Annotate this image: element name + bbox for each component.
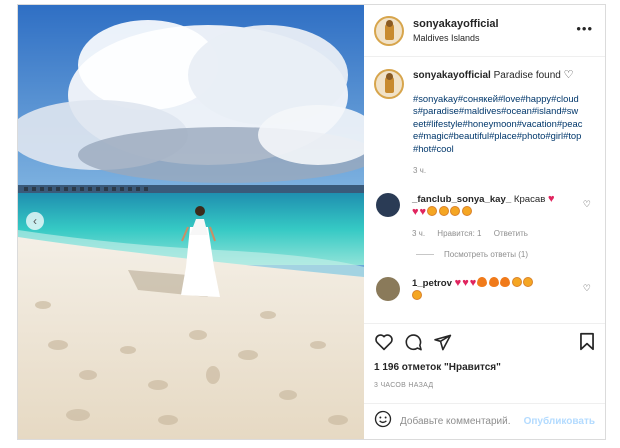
heart-emoji-icon: ♥ bbox=[454, 277, 462, 290]
heart-emoji-icon: ♥ bbox=[548, 193, 555, 206]
smiley-emoji-icon bbox=[427, 206, 438, 217]
view-replies-button[interactable]: Посмотреть ответы (1) bbox=[416, 250, 591, 259]
heart-emoji-icon: ♥ bbox=[469, 277, 477, 290]
share-icon[interactable] bbox=[433, 333, 452, 352]
fire-emoji-icon bbox=[500, 277, 511, 288]
comment-text-line: _fanclub_sonya_kay_ Красав ♥ ♥♥ bbox=[412, 193, 562, 219]
comment-username[interactable]: _fanclub_sonya_kay_ bbox=[412, 194, 511, 205]
fire-emoji-icon bbox=[477, 277, 488, 288]
avatar[interactable] bbox=[376, 193, 400, 218]
caption-body: sonyakayofficial Paradise found ♡ #sonya… bbox=[413, 69, 583, 175]
caption: sonyakayofficial Paradise found ♡ #sonya… bbox=[374, 69, 591, 175]
post-location[interactable]: Maldives Islands bbox=[413, 33, 499, 43]
comment-text: Красав bbox=[513, 194, 546, 206]
avatar[interactable] bbox=[374, 15, 404, 46]
post-header: sonyakayofficial Maldives Islands ••• bbox=[364, 5, 605, 57]
post-photo[interactable]: ‹ bbox=[18, 5, 364, 439]
heart-emoji-icon: ♥ bbox=[462, 277, 469, 290]
caption-username[interactable]: sonyakayofficial bbox=[413, 70, 491, 81]
smiley-emoji-icon bbox=[461, 206, 472, 217]
heart-icon: ♡ bbox=[563, 69, 574, 81]
post-actions: 1 196 отметок "Нравится" 3 ЧАСОВ НАЗАД bbox=[364, 323, 605, 403]
caption-text: Paradise found bbox=[493, 70, 561, 81]
avatar[interactable] bbox=[374, 69, 404, 99]
avatar[interactable] bbox=[376, 277, 400, 302]
comment-body: 1_petrov ♥♥♥ bbox=[412, 277, 562, 303]
smiley-emoji-icon bbox=[523, 277, 534, 288]
comment-meta: 3 ч. Нравится: 1 Ответить bbox=[412, 229, 562, 238]
comment-username[interactable]: 1_petrov bbox=[412, 278, 452, 289]
comment-icon[interactable] bbox=[404, 333, 423, 352]
smiley-emoji-icon bbox=[438, 206, 449, 217]
comment-body: _fanclub_sonya_kay_ Красав ♥ ♥♥ 3 ч. Нра… bbox=[412, 193, 562, 238]
heart-emoji-icon: ♥ bbox=[419, 206, 427, 219]
more-icon[interactable]: ••• bbox=[576, 21, 593, 36]
smiley-emoji-icon bbox=[450, 206, 461, 217]
caption-line: sonyakayofficial Paradise found ♡ bbox=[413, 69, 583, 82]
heart-icon[interactable] bbox=[374, 333, 394, 351]
comments-list: sonyakayofficial Paradise found ♡ #sonya… bbox=[364, 57, 605, 323]
hashtags[interactable]: #sonyakay#сонякей#love#happy#clouds#para… bbox=[413, 93, 583, 155]
reply-button[interactable]: Ответить bbox=[494, 229, 528, 238]
instagram-post: ‹ sonyakayofficial Maldives Islands ••• … bbox=[17, 4, 606, 440]
comment-item: _fanclub_sonya_kay_ Красав ♥ ♥♥ 3 ч. Нра… bbox=[374, 193, 591, 238]
heart-icon[interactable]: ♡ bbox=[583, 283, 591, 294]
author-username[interactable]: sonyakayofficial bbox=[413, 18, 499, 30]
beach-photo bbox=[18, 5, 364, 439]
bookmark-icon[interactable] bbox=[579, 332, 595, 356]
heart-emoji-icon: ♥ bbox=[412, 206, 419, 219]
publish-button[interactable]: Опубликовать bbox=[524, 416, 595, 427]
header-text: sonyakayofficial Maldives Islands bbox=[413, 18, 499, 43]
comment-text-line: 1_petrov ♥♥♥ bbox=[412, 277, 562, 303]
heart-icon[interactable]: ♡ bbox=[583, 199, 591, 210]
view-replies-label: Посмотреть ответы (1) bbox=[444, 250, 529, 260]
add-comment-bar: Опубликовать bbox=[364, 403, 605, 439]
comment-item: 1_petrov ♥♥♥ ♡ bbox=[374, 277, 591, 303]
smiley-emoji-icon bbox=[412, 290, 422, 301]
smiley-emoji-icon bbox=[511, 277, 522, 288]
emoji-icon[interactable] bbox=[374, 410, 392, 433]
post-timestamp[interactable]: 3 ЧАСОВ НАЗАД bbox=[374, 382, 593, 389]
comment-input[interactable] bbox=[400, 416, 510, 427]
post-side-panel: sonyakayofficial Maldives Islands ••• so… bbox=[364, 5, 605, 439]
likes-count[interactable]: 1 196 отметок "Нравится" bbox=[374, 362, 593, 373]
chevron-left-icon[interactable]: ‹ bbox=[26, 212, 44, 230]
action-icons bbox=[374, 330, 593, 354]
divider bbox=[416, 254, 434, 256]
caption-time: 3 ч. bbox=[413, 166, 427, 176]
comment-time: 3 ч. bbox=[412, 229, 426, 239]
comment-likes[interactable]: Нравится: 1 bbox=[437, 229, 481, 238]
fire-emoji-icon bbox=[488, 277, 499, 288]
